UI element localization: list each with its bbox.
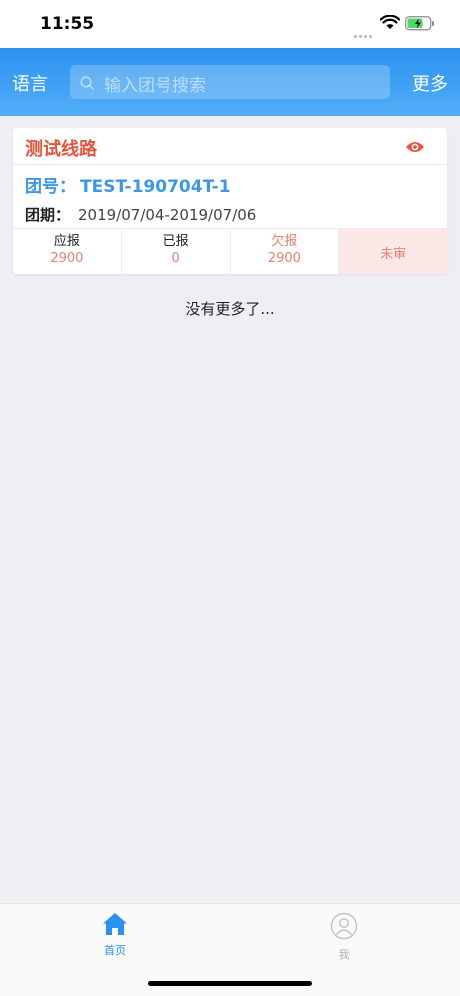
group-number-label: 团号： <box>25 177 76 197</box>
tour-period-row: 团期： 2019/07/04-2019/07/06 <box>25 204 256 225</box>
route-name: 测试线路 <box>25 139 97 160</box>
review-status-badge: 未审 <box>339 229 447 274</box>
stat-value: 2900 <box>50 251 84 266</box>
tour-period-label: 团期： <box>25 206 71 224</box>
tour-period-value: 2019/07/04-2019/07/06 <box>78 206 257 224</box>
search-placeholder: 输入团号搜索 <box>104 76 206 96</box>
stat-expected: 应报 2900 <box>13 229 122 274</box>
home-icon <box>85 912 145 940</box>
group-number-row: 团号： TEST-190704T-1 <box>25 172 231 197</box>
language-button[interactable]: 语言 <box>12 70 48 96</box>
search-icon <box>80 75 94 94</box>
home-indicator <box>148 981 312 986</box>
tab-me-label: 我 <box>338 948 350 961</box>
tab-home[interactable]: 首页 <box>85 912 145 958</box>
stat-label: 欠报 <box>271 234 298 249</box>
stat-reported: 已报 0 <box>122 229 231 274</box>
user-icon <box>314 912 374 944</box>
cellular-signal-icon <box>354 23 376 38</box>
tab-home-label: 首页 <box>104 944 126 957</box>
list-end-message: 没有更多了... <box>185 300 275 318</box>
card-header: 测试线路 <box>13 128 447 165</box>
group-number-value: TEST-190704T-1 <box>80 177 231 197</box>
status-bar: 11:55 <box>0 0 460 48</box>
wifi-icon <box>379 14 401 34</box>
stats-row: 应报 2900 已报 0 欠报 2900 未审 <box>13 228 447 274</box>
screen: 11:55 语言 输入团号搜索 更多 测试线路 团号： TEST-190704T… <box>0 0 460 996</box>
status-time: 11:55 <box>40 14 95 34</box>
battery-icon <box>405 16 435 35</box>
tour-card[interactable]: 测试线路 团号： TEST-190704T-1 团期： 2019/07/04-201… <box>13 128 447 274</box>
stat-label: 已报 <box>162 234 189 249</box>
eye-icon[interactable] <box>405 139 425 158</box>
stat-owed: 欠报 2900 <box>231 229 340 274</box>
search-input[interactable]: 输入团号搜索 <box>70 65 390 99</box>
stat-value: 0 <box>171 251 180 266</box>
stat-label: 应报 <box>53 234 80 249</box>
more-button[interactable]: 更多 <box>412 70 448 96</box>
stat-value: 2900 <box>267 251 301 266</box>
tab-me[interactable]: 我 <box>314 912 374 962</box>
nav-bar: 语言 输入团号搜索 更多 <box>0 48 460 116</box>
